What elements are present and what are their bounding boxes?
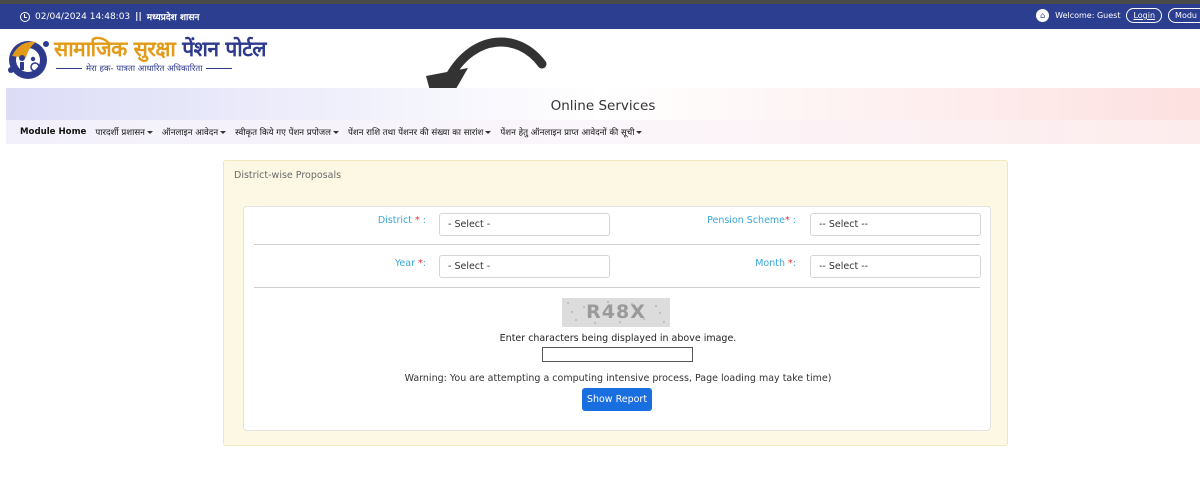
top-bar-left: 02/04/2024 14:48:03 || मध्यप्रदेश शासन xyxy=(20,10,199,23)
divider xyxy=(254,287,980,288)
district-label-text: District xyxy=(377,215,412,226)
logo-title-part2: पेंशन पोर्टल xyxy=(182,36,267,61)
year-select[interactable]: - Select - xyxy=(439,255,610,278)
menu-item-label: Module Home xyxy=(20,127,87,137)
caret-down-icon xyxy=(220,130,227,134)
datetime-text: 02/04/2024 14:48:03 xyxy=(35,11,131,22)
portal-logo[interactable]: सामाजिक सुरक्षा पेंशन पोर्टल मेरा हक- पा… xyxy=(6,34,267,84)
show-report-button[interactable]: Show Report xyxy=(582,388,652,411)
label-colon: : xyxy=(792,258,796,269)
welcome-text: Welcome: Guest xyxy=(1055,11,1121,20)
top-bar-right: ⌂ Welcome: Guest Login Modu xyxy=(1036,8,1200,23)
caret-down-icon xyxy=(636,130,643,134)
department-text: मध्यप्रदेश शासन xyxy=(146,13,200,23)
district-select[interactable]: - Select - xyxy=(439,213,610,236)
divider xyxy=(56,68,82,69)
month-label: Month *: xyxy=(694,258,796,269)
module-button[interactable]: Modu xyxy=(1168,8,1200,23)
emblem-icon xyxy=(8,41,49,79)
month-label-text: Month xyxy=(755,258,786,269)
page-title: Online Services xyxy=(6,88,1200,120)
login-button[interactable]: Login xyxy=(1126,8,1163,23)
caret-down-icon xyxy=(485,130,492,134)
required-mark: * xyxy=(785,215,790,226)
logo-subtitle-text: मेरा हक- पात्रता आधारित अधिकारिता xyxy=(86,64,203,74)
form-body: District * : - Select - Pension Scheme* … xyxy=(243,206,991,431)
caret-down-icon xyxy=(333,130,340,134)
menu-item-online-application[interactable]: ऑनलाइन आवेदन xyxy=(161,126,227,138)
top-bar: 02/04/2024 14:48:03 || मध्यप्रदेश शासन ⌂… xyxy=(0,0,1200,29)
year-label: Year *: xyxy=(344,258,426,269)
menu-item-label: पेंशन हेतु ऑनलाइन प्राप्त आवेदनों की सूच… xyxy=(500,128,635,138)
logo-subtitle: मेरा हक- पात्रता आधारित अधिकारिता xyxy=(56,63,233,74)
caret-down-icon xyxy=(146,130,153,134)
menu-item-approved-proposals[interactable]: स्वीकृत किये गए पेंशन प्रपोजल xyxy=(235,126,340,138)
label-colon: : xyxy=(422,215,426,226)
pension-scheme-label: Pension Scheme* : xyxy=(694,215,796,226)
menu-item-label: ऑनलाइन आवेदन xyxy=(161,128,219,138)
label-colon: : xyxy=(422,258,426,269)
divider xyxy=(254,244,980,245)
home-icon[interactable]: ⌂ xyxy=(1036,9,1050,22)
captcha-instruction: Enter characters being displayed in abov… xyxy=(499,333,737,344)
captcha-input[interactable] xyxy=(542,347,693,362)
label-colon: : xyxy=(792,215,796,226)
menu-item-transparent-admin[interactable]: पारदर्शी प्रशासन xyxy=(95,126,153,138)
menu-item-label: पारदर्शी प्रशासन xyxy=(95,128,145,138)
menu-item-online-applications-list[interactable]: पेंशन हेतु ऑनलाइन प्राप्त आवेदनों की सूच… xyxy=(500,126,643,138)
menu-item-pension-summary[interactable]: पेंशन राशि तथा पेंशनर की संख्या का सारां… xyxy=(348,126,492,138)
captcha-image: R48X xyxy=(562,298,670,327)
menu-item-label: स्वीकृत किये गए पेंशन प्रपोजल xyxy=(235,128,332,138)
divider xyxy=(206,68,233,69)
separator-text: || xyxy=(135,11,142,22)
required-mark: * xyxy=(415,215,420,226)
menu-item-module-home[interactable]: Module Home xyxy=(20,127,86,137)
main-menu: Module Home पारदर्शी प्रशासन ऑनलाइन आवेद… xyxy=(6,120,1200,144)
warning-text: Warning: You are attempting a computing … xyxy=(404,373,832,384)
pension-scheme-label-text: Pension Scheme xyxy=(707,215,786,226)
year-label-text: Year xyxy=(394,258,416,269)
panel-heading: District-wise Proposals xyxy=(234,170,342,181)
logo-title-part1: सामाजिक सुरक्षा xyxy=(54,36,176,61)
month-select[interactable]: -- Select -- xyxy=(810,255,981,278)
district-label: District * : xyxy=(344,215,426,226)
captcha-text: R48X xyxy=(586,301,646,323)
district-proposals-panel: District-wise Proposals District * : - S… xyxy=(223,160,1008,446)
logo-title: सामाजिक सुरक्षा पेंशन पोर्टल xyxy=(54,35,267,63)
clock-icon xyxy=(20,11,30,22)
page: 02/04/2024 14:48:03 || मध्यप्रदेश शासन ⌂… xyxy=(0,0,1200,500)
pension-scheme-select[interactable]: -- Select -- xyxy=(810,213,981,236)
menu-item-label: पेंशन राशि तथा पेंशनर की संख्या का सारां… xyxy=(348,128,484,138)
